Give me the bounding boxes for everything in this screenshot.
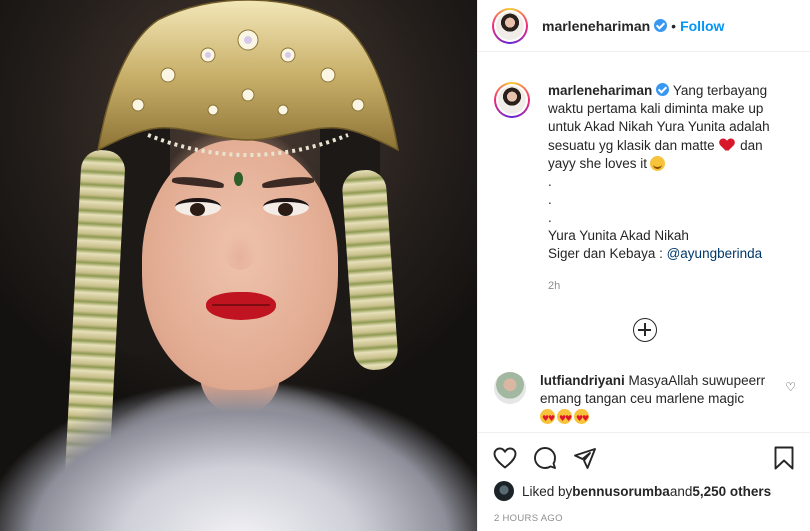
heart-eyes-icon — [540, 409, 555, 428]
red-heart-icon — [720, 139, 734, 151]
heart-icon[interactable] — [492, 445, 518, 471]
siger-crown — [97, 0, 399, 157]
smiling-hearts-face-icon — [650, 155, 666, 171]
bookmark-icon[interactable] — [771, 445, 797, 471]
likes-summary: Liked by bennusorumba and 5,250 others — [478, 481, 810, 501]
heart-eyes-icon — [557, 409, 572, 428]
author-username[interactable]: marlenehariman — [542, 18, 650, 34]
author-avatar[interactable] — [492, 7, 528, 44]
post-header: marlenehariman • Follow — [478, 0, 810, 52]
likes-prefix: Liked by — [522, 483, 573, 499]
photo-lips — [206, 292, 276, 320]
comment-item: lutfiandriyani MasyaAllah suwupeerr eman… — [494, 372, 794, 428]
photo-nose — [222, 230, 258, 270]
instagram-post: marlenehariman • Follow marlenehariman Y… — [0, 0, 810, 531]
header-separator: • — [671, 17, 677, 34]
caption-username[interactable]: marlenehariman — [548, 83, 652, 98]
comment-body: lutfiandriyani MasyaAllah suwupeerr eman… — [540, 372, 772, 428]
post-timestamp[interactable]: 2 HOURS AGO — [478, 513, 810, 524]
photo-eye-right — [263, 198, 309, 216]
post-actions-section: Liked by bennusorumba and 5,250 others 2… — [478, 432, 810, 531]
commenter-username[interactable]: lutfiandriyani — [540, 373, 625, 388]
likes-middle: and — [669, 483, 693, 499]
caption-credit-line: Siger dan Kebaya : @ayungberinda — [548, 245, 794, 263]
photo-kebaya — [0, 380, 477, 531]
post-photo[interactable] — [0, 0, 477, 531]
caption-author-avatar-image — [498, 86, 526, 114]
photo-eye-left — [175, 198, 221, 216]
commenter-avatar[interactable] — [494, 372, 526, 404]
comment-icon[interactable] — [532, 445, 558, 471]
caption-credit-prefix: Siger dan Kebaya : — [548, 246, 667, 262]
likes-count[interactable]: 5,250 others — [692, 484, 771, 499]
caption-body: marlenehariman Yang terbayang waktu pert… — [548, 82, 794, 296]
liker-avatar[interactable] — [494, 481, 514, 501]
post-sidebar: marlenehariman • Follow marlenehariman Y… — [477, 0, 810, 531]
follow-button[interactable]: Follow — [680, 18, 724, 34]
mention-link[interactable]: @ayungberinda — [667, 246, 763, 261]
comment-emojis — [540, 409, 589, 428]
author-avatar-image — [496, 11, 524, 40]
caption-dots: . . . — [548, 173, 794, 227]
share-icon[interactable] — [572, 445, 598, 471]
caption-relative-time[interactable]: 2h — [548, 277, 794, 295]
comment-like-heart-icon[interactable]: ♡ — [785, 380, 796, 394]
caption-dot: . — [548, 174, 552, 190]
caption-dot: . — [548, 210, 552, 226]
caption-author-avatar[interactable] — [494, 82, 530, 118]
liker-username[interactable]: bennusorumba — [572, 484, 670, 499]
jasmine-garland-right — [341, 168, 399, 372]
plus-circle-icon[interactable] — [633, 318, 657, 342]
post-caption: marlenehariman Yang terbayang waktu pert… — [478, 52, 810, 296]
action-buttons — [478, 433, 810, 473]
verified-badge-icon — [654, 19, 668, 32]
caption-dot: . — [548, 192, 552, 208]
heart-eyes-icon — [574, 409, 589, 428]
caption-title-line: Yura Yunita Akad Nikah — [548, 228, 689, 244]
caption-verified-badge-icon — [656, 83, 670, 96]
